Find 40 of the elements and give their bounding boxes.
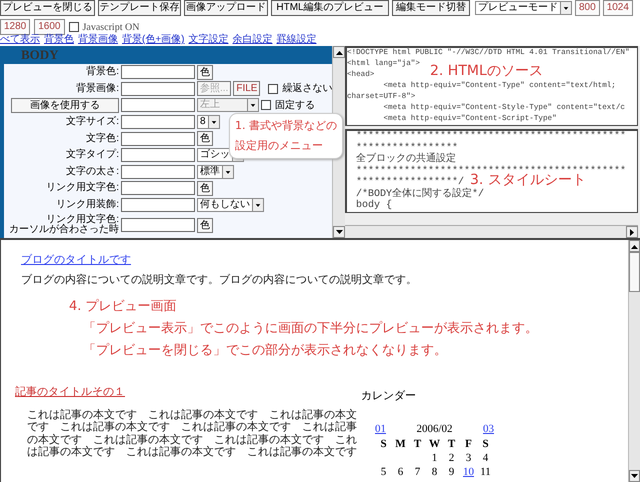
calendar-heading: カレンダー: [361, 389, 416, 404]
checkbox-label: 繰返さない: [282, 82, 332, 96]
field-label: 文字タイプ:: [65, 150, 119, 160]
calendar-day: 2: [448, 450, 454, 464]
calendar-day: 3: [466, 450, 472, 464]
weekday-label: F: [464, 436, 473, 450]
field-label: 文字色:: [85, 134, 119, 144]
field-label: リンク用装飾:: [55, 200, 119, 210]
calendar-day: 8: [432, 464, 438, 478]
field-note: カーソルが合わさった時: [9, 225, 119, 236]
annotation-text: 4. プレビュー画面: [69, 298, 178, 316]
weekday-label: S: [379, 436, 388, 450]
blog-description: ブログの内容についての説明文章です。ブログの内容についての説明文章です。: [21, 272, 418, 288]
annotation-text: 「プレビュー表示」でこのように画面の下半分にプレビューが表示されます。: [83, 320, 539, 338]
field-label: リンク用文字色:: [45, 183, 119, 194]
weekday-label: W: [428, 436, 441, 450]
field-label: 背景色:: [85, 67, 119, 78]
calendar-month: 2006/02: [416, 422, 453, 436]
calendar-day: 4: [482, 450, 488, 464]
calendar-day: 5: [380, 464, 386, 478]
article-body: これは記事の本文です これは記事の本文です これは記事の本文です これは記事の本文です これは記事の本文です これは記事の本文です これは記事の本文です これは記事の本文です これは記事の本文です これは記事の本文です これは記事の本文です: [27, 408, 358, 458]
calendar-day: 1: [432, 450, 438, 464]
calendar-day: 7: [414, 464, 420, 478]
weekday-label: T: [446, 436, 456, 450]
annotation-text: 「プレビューを閉じる」でこの部分が表示されなくなります。: [83, 342, 448, 360]
annotation-text: 2. HTMLのソース: [430, 62, 543, 81]
checkbox-label: 固定する: [275, 98, 315, 113]
weekday-label: T: [412, 436, 422, 450]
section-header: BODY: [20, 46, 60, 64]
annotation-text: 3. スタイルシート: [470, 171, 586, 188]
calendar-day: 11: [480, 464, 491, 478]
annotation-text: 1. 書式や背景などの: [235, 118, 337, 134]
calendar-day: 6: [398, 464, 404, 478]
weekday-label: M: [394, 436, 407, 450]
weekday-label: S: [481, 436, 490, 450]
field-label: 文字の太さ:: [65, 166, 119, 177]
calendar-day: 9: [448, 464, 454, 478]
field-label: 文字サイズ:: [65, 117, 119, 128]
checkbox-label: Javascript ON: [82, 20, 140, 34]
field-label: 背景画像:: [75, 84, 119, 94]
